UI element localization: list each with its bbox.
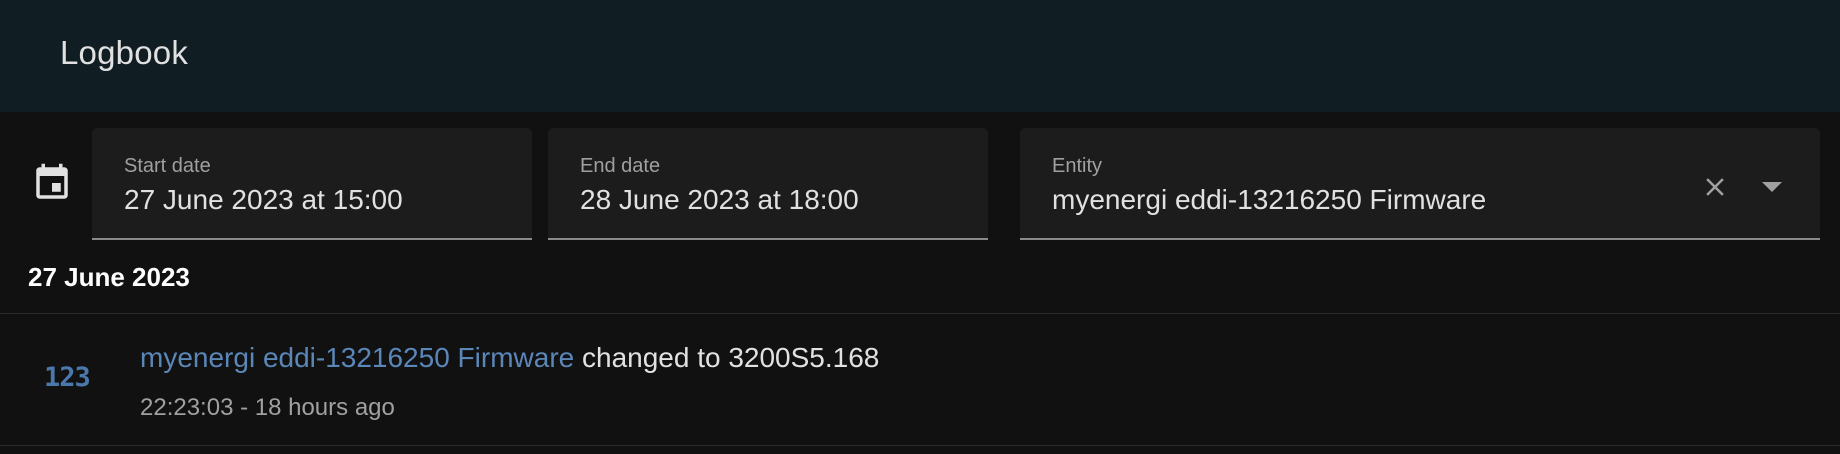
- logbook-app: Logbook Start date 27 June 2023 at 15:00…: [0, 0, 1840, 454]
- numeric-icon: 123: [44, 362, 91, 393]
- entry-timestamp: 22:23:03 - 18 hours ago: [140, 394, 395, 421]
- entity-link[interactable]: myenergi eddi-13216250 Firmware: [140, 342, 574, 373]
- log-entry: myenergi eddi-13216250 Firmware changed …: [140, 342, 879, 374]
- end-date-label: End date: [580, 155, 661, 177]
- menu-down-icon[interactable]: [1760, 180, 1784, 194]
- start-date-field[interactable]: Start date 27 June 2023 at 15:00: [92, 128, 532, 240]
- date-heading: 27 June 2023: [28, 262, 190, 292]
- close-icon[interactable]: [1700, 172, 1730, 202]
- entity-value: myenergi eddi-13216250 Firmware: [1052, 184, 1487, 215]
- calendar-icon[interactable]: [31, 162, 73, 204]
- page-title: Logbook: [60, 34, 189, 71]
- end-date-value: 28 June 2023 at 18:00: [580, 184, 859, 215]
- start-date-value: 27 June 2023 at 15:00: [124, 184, 403, 215]
- entity-picker[interactable]: Entity myenergi eddi-13216250 Firmware: [1020, 128, 1820, 240]
- entry-message: changed to 3200S5.168: [582, 342, 880, 373]
- top-app-bar: Logbook: [0, 0, 1840, 112]
- divider: [0, 445, 1840, 446]
- entity-label: Entity: [1052, 155, 1103, 177]
- divider: [0, 313, 1840, 314]
- end-date-field[interactable]: End date 28 June 2023 at 18:00: [548, 128, 988, 240]
- start-date-label: Start date: [124, 155, 211, 177]
